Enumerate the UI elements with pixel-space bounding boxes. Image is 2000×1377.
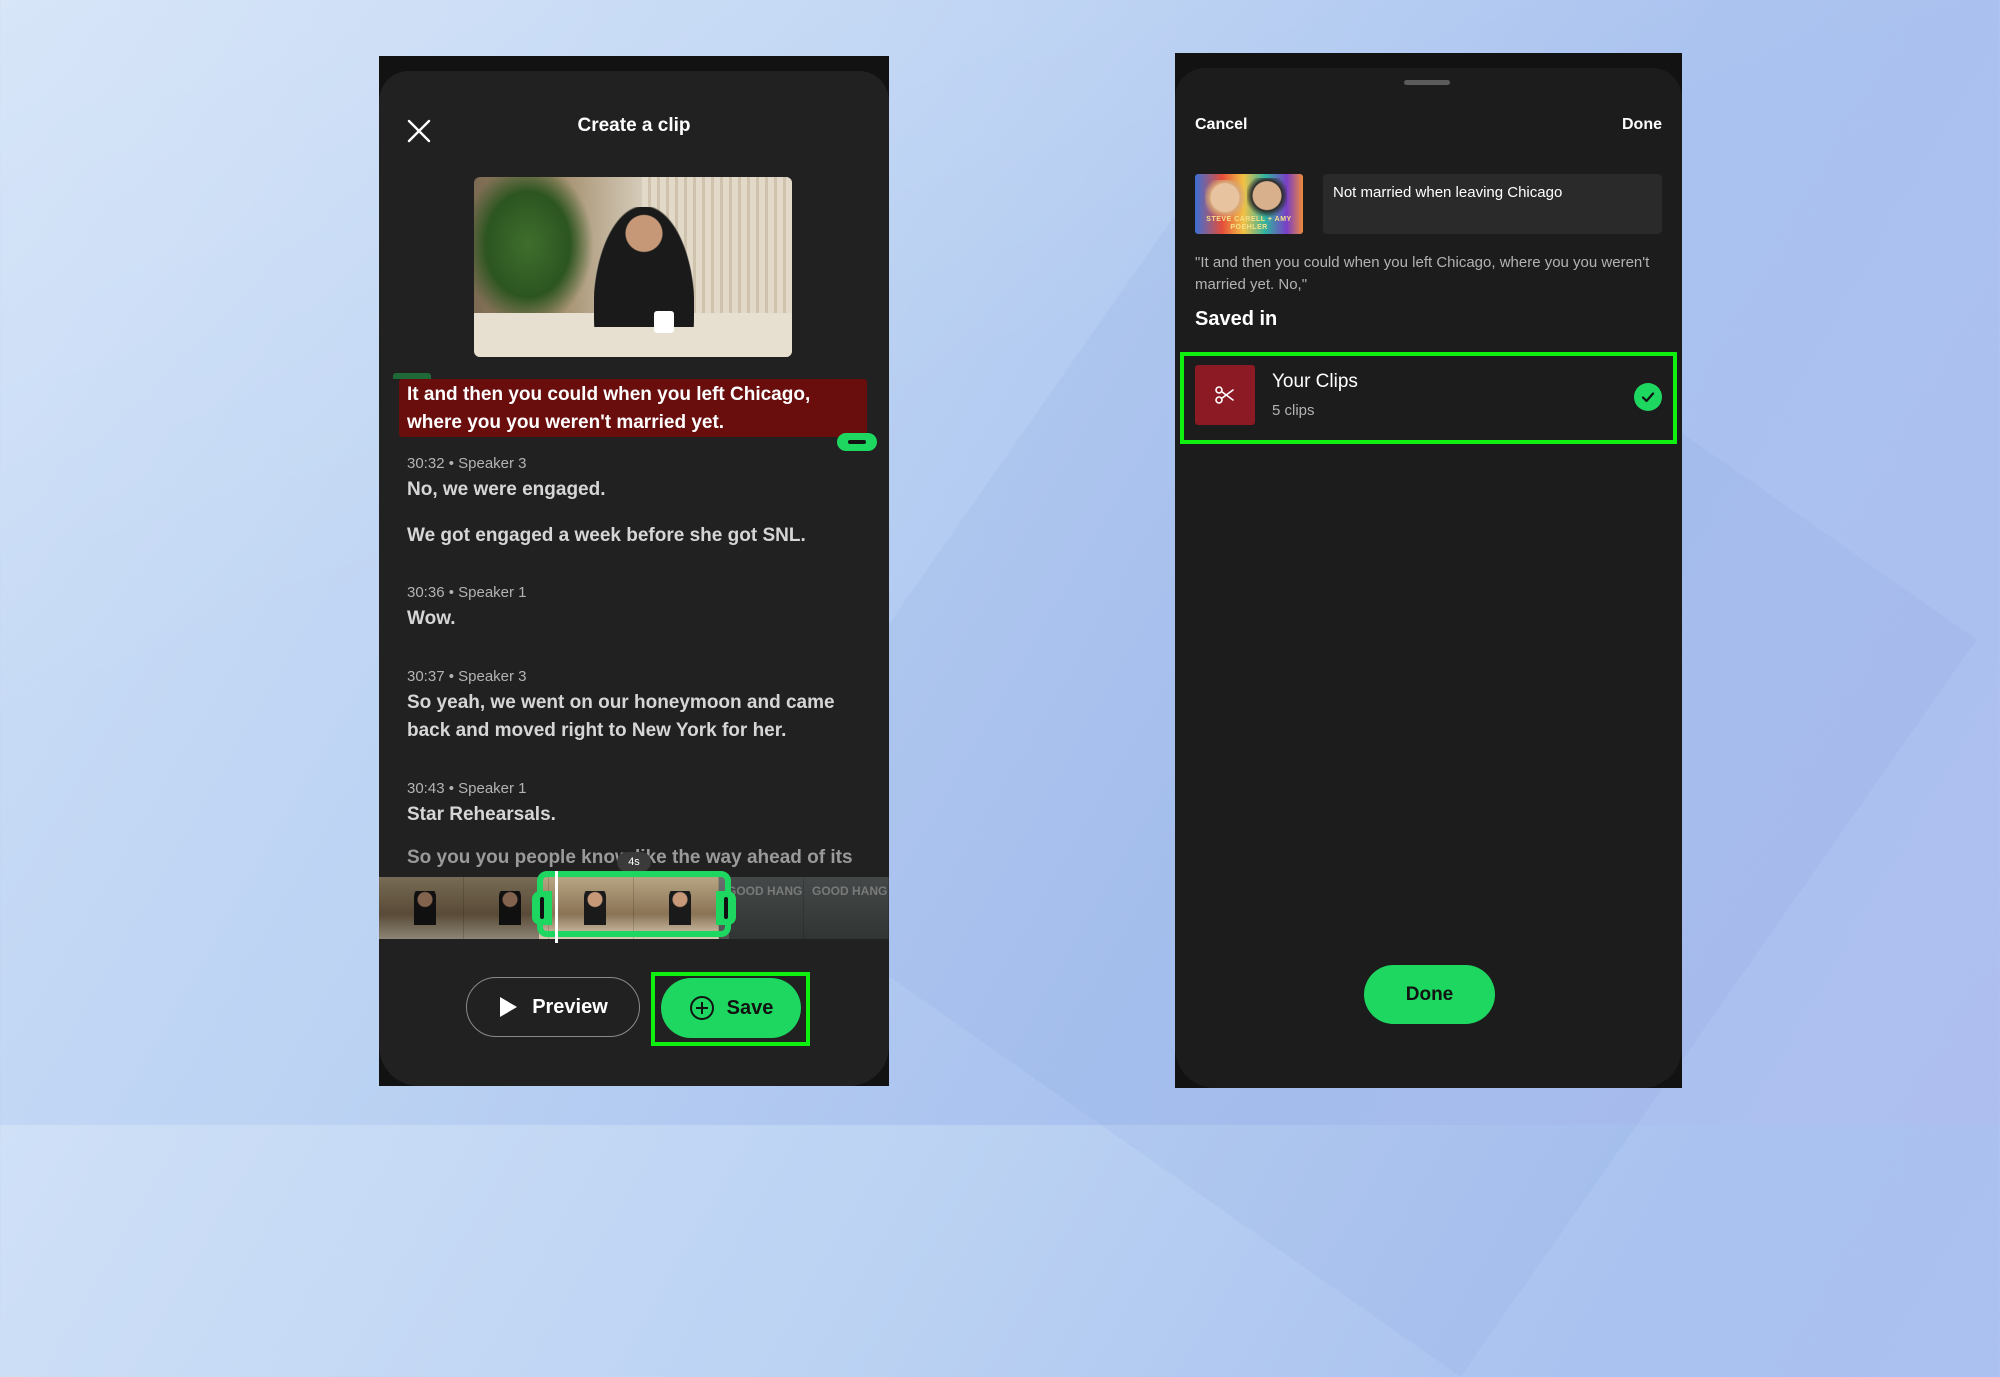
playlist-clip-count: 5 clips xyxy=(1272,402,1315,419)
play-icon xyxy=(500,997,518,1017)
transcript-timestamp: 30:43 • Speaker 1 xyxy=(407,780,527,797)
transcript-timestamp: 30:36 • Speaker 1 xyxy=(407,584,527,601)
sheet-drag-handle[interactable] xyxy=(1404,80,1450,85)
clip-trim-end-handle[interactable] xyxy=(716,891,736,925)
check-icon[interactable] xyxy=(1634,383,1662,411)
cancel-button[interactable]: Cancel xyxy=(1195,116,1247,134)
transcript-line[interactable]: We got engaged a week before she got SNL… xyxy=(407,522,862,550)
timeline-unselected-left xyxy=(379,877,539,939)
done-button[interactable]: Done xyxy=(1364,965,1495,1024)
done-top-button[interactable]: Done xyxy=(1622,116,1662,134)
selected-transcript-text: It and then you could when you left Chic… xyxy=(407,384,811,433)
saved-in-heading: Saved in xyxy=(1195,308,1278,330)
playlist-name: Your Clips xyxy=(1272,371,1358,392)
clip-duration-badge: 4s xyxy=(617,852,651,872)
preview-button[interactable]: Preview xyxy=(466,977,640,1037)
episode-cover-art: STEVE CARELL + AMY POEHLER xyxy=(1195,174,1303,234)
clip-range-window[interactable] xyxy=(537,871,731,937)
clip-title-field[interactable]: Not married when leaving Chicago xyxy=(1323,174,1662,234)
transcript-line[interactable]: No, we were engaged. xyxy=(407,476,862,504)
create-clip-screen: Create a clip It and then you could when… xyxy=(379,56,889,1086)
page-title: Create a clip xyxy=(577,115,691,136)
transcript-timestamp: 30:37 • Speaker 3 xyxy=(407,668,527,685)
transcript-timestamp: 30:32 • Speaker 3 xyxy=(407,455,527,472)
selection-end-handle[interactable] xyxy=(837,433,877,451)
save-clip-screen: Cancel Done STEVE CARELL + AMY POEHLER N… xyxy=(1175,53,1682,1088)
save-button[interactable]: Save xyxy=(661,978,801,1038)
transcript-line[interactable]: Star Rehearsals. xyxy=(407,801,862,829)
clip-trim-start-handle[interactable] xyxy=(532,891,552,925)
scissors-icon xyxy=(1215,386,1234,404)
timeline-unselected-right xyxy=(729,877,889,939)
transcript-line[interactable]: Wow. xyxy=(407,605,862,633)
transcript-line[interactable]: So yeah, we went on our honeymoon and ca… xyxy=(407,689,862,745)
clip-quote: "It and then you could when you left Chi… xyxy=(1195,254,1650,293)
save-label: Save xyxy=(726,996,774,1019)
create-clip-sheet: Create a clip It and then you could when… xyxy=(379,71,889,1086)
playhead[interactable] xyxy=(555,871,558,943)
playlist-thumbnail xyxy=(1195,365,1255,425)
save-clip-sheet: Cancel Done STEVE CARELL + AMY POEHLER N… xyxy=(1175,68,1682,1088)
plus-circle-icon xyxy=(689,996,714,1020)
video-thumbnail[interactable] xyxy=(474,177,792,357)
cover-caption: STEVE CARELL + AMY POEHLER xyxy=(1206,216,1292,231)
preview-label: Preview xyxy=(532,995,608,1018)
